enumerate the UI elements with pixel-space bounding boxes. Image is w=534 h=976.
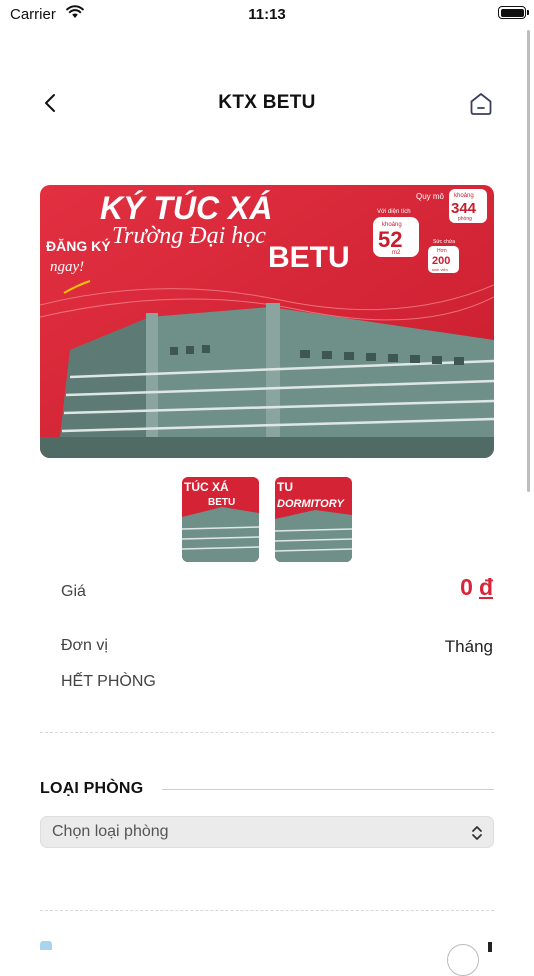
stat-students-value: 200 [432,255,450,267]
banner-headline: KÝ TÚC XÁ [100,190,272,226]
status-time: 11:13 [248,6,286,23]
banner-script: Trường Đại học [112,223,266,249]
room-type-select-value: Chọn loại phòng [52,823,169,840]
room-type-select[interactable]: Chọn loại phòng [40,816,494,848]
divider [40,732,494,733]
divider [40,910,494,911]
stat-scale-label: Quy mô [416,192,445,201]
stat-rooms-unit: phòng [458,216,472,222]
banner-register-now: ngay! [50,259,84,275]
thumbnail-1-title: TÚC XÁ [184,479,229,494]
stat-area-value: 52 [378,227,402,252]
banner-register: ĐĂNG KÝ [46,237,111,254]
home-icon [470,93,492,115]
unit-value: Tháng [444,637,493,656]
partial-circle-button[interactable] [447,944,479,976]
room-type-heading: LOẠI PHÒNG [40,780,144,797]
stat-students-label: Sức chứa [433,239,455,245]
page-title: KTX BETU [218,92,316,113]
price-value: 0đ [460,574,493,601]
partial-logo [40,941,52,950]
battery-icon [498,6,529,19]
chevron-up-down-icon [472,826,482,840]
thumbnail-1[interactable]: TÚC XÁ BETU [182,477,259,562]
stat-rooms-value: 344 [451,200,477,217]
thumbnail-2-subtitle: DORMITORY [277,498,345,510]
main-photo[interactable]: KÝ TÚC XÁ Trường Đại học BETU ĐĂNG KÝ ng… [40,185,494,458]
status-bar: Carrier 11:13 [0,0,534,28]
thumbnail-2[interactable]: TU DORMITORY [275,477,352,562]
stat-students-unit: sinh viên [432,267,448,272]
partial-element [488,942,492,952]
thumbnail-1-brand: BETU [208,497,235,508]
availability-status: HẾT PHÒNG [61,673,156,690]
thumbnail-2-title: TU [277,480,293,494]
price-amount: 0 [460,574,473,600]
unit-label: Đơn vị [61,637,108,654]
home-button[interactable] [467,90,495,118]
stat-area-unit: m2 [392,250,401,256]
stat-area-label: Với diện tích [377,209,411,215]
banner-brand: BETU [268,241,350,274]
stat-rooms-prefix: khoảng [454,193,474,199]
price-currency: đ [478,574,493,600]
price-label: Giá [61,583,86,600]
section-divider [162,789,494,790]
stat-students-prefix: Hơn [437,248,447,254]
